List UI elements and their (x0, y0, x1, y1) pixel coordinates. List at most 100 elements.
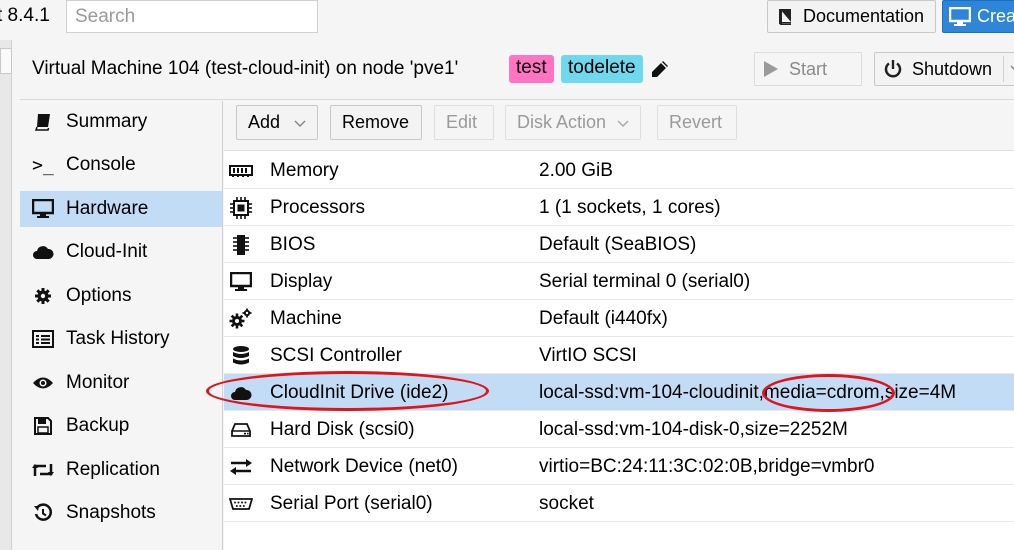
sidebar-item-cloud-init[interactable]: Cloud-Init (20, 234, 222, 270)
row-name: Serial Port (serial0) (270, 493, 433, 514)
start-button[interactable]: Start (754, 52, 862, 86)
hardware-row-serial-port[interactable]: Serial Port (serial0) socket (224, 485, 1014, 522)
tree-collapse-handle[interactable] (0, 48, 12, 74)
sidebar-item-task-history[interactable]: Task History (20, 321, 222, 357)
microchip-icon (228, 234, 254, 256)
sidebar-item-label: Hardware (66, 198, 149, 219)
hardware-row-cloudinit-drive[interactable]: CloudInit Drive (ide2) local-ssd:vm-104-… (224, 374, 1014, 411)
desktop-icon (228, 271, 254, 293)
history-icon (20, 503, 66, 523)
row-value: 1 (1 sockets, 1 cores) (539, 197, 721, 218)
row-name: Machine (270, 308, 342, 329)
row-name: Hard Disk (scsi0) (270, 419, 415, 440)
sidebar-item-options[interactable]: Options (20, 278, 222, 314)
serial-port-icon (228, 493, 254, 515)
sidebar-item-label: Console (66, 154, 136, 175)
eye-icon (20, 376, 66, 390)
chevron-down-icon[interactable] (1009, 61, 1014, 75)
power-icon (884, 60, 902, 78)
tag-todelete[interactable]: todelete (561, 55, 643, 83)
row-name: Memory (270, 160, 339, 181)
row-name: BIOS (270, 234, 316, 255)
chevron-down-icon (294, 120, 306, 128)
edit-label: Edit (446, 112, 478, 132)
disk-action-button[interactable]: Disk Action (505, 105, 641, 140)
exchange-icon (228, 456, 254, 478)
row-value: Serial terminal 0 (serial0) (539, 271, 751, 292)
sidebar-item-label: Cloud-Init (66, 241, 148, 262)
sidebar-item-label: Options (66, 285, 132, 306)
create-label: Crea (977, 6, 1014, 26)
documentation-label: Documentation (803, 6, 925, 26)
sidebar-item-label: Replication (66, 459, 160, 480)
search-input[interactable] (66, 0, 318, 33)
hdd-icon (228, 419, 254, 441)
sidebar-item-console[interactable]: >_ Console (20, 147, 222, 183)
gear-icon (20, 287, 66, 305)
sidebar-item-backup[interactable]: Backup (20, 408, 222, 444)
sidebar-item-snapshots[interactable]: Snapshots (20, 495, 222, 531)
cpu-icon (228, 197, 254, 219)
shutdown-button[interactable]: Shutdown (874, 52, 1014, 86)
desktop-icon (20, 199, 66, 219)
edit-button[interactable]: Edit (434, 105, 494, 140)
row-name: SCSI Controller (270, 345, 402, 366)
documentation-button[interactable]: Documentation (767, 0, 936, 33)
row-value: Default (SeaBIOS) (539, 234, 697, 255)
row-name: Network Device (net0) (270, 456, 458, 477)
app-version: t 8.4.1 (0, 5, 50, 26)
sidebar-item-label: Monitor (66, 372, 130, 393)
add-label: Add (248, 112, 281, 132)
sidebar-item-label: Snapshots (66, 502, 156, 523)
sidebar-item-monitor[interactable]: Monitor (20, 365, 222, 401)
hardware-row-bios[interactable]: BIOS Default (SeaBIOS) (224, 226, 1014, 263)
cogs-icon (228, 308, 254, 330)
hardware-row-display[interactable]: Display Serial terminal 0 (serial0) (224, 263, 1014, 300)
row-name: Display (270, 271, 333, 292)
hardware-row-processors[interactable]: Processors 1 (1 sockets, 1 cores) (224, 189, 1014, 226)
vm-header: Virtual Machine 104 (test-cloud-init) on… (20, 40, 1014, 100)
database-icon (228, 345, 254, 367)
book-icon (20, 112, 66, 132)
hardware-row-hard-disk[interactable]: Hard Disk (scsi0) local-ssd:vm-104-disk-… (224, 411, 1014, 448)
row-value: 2.00 GiB (539, 160, 613, 181)
row-value: local-ssd:vm-104-disk-0,size=2252M (539, 419, 848, 440)
row-value: VirtIO SCSI (539, 345, 637, 366)
remove-label: Remove (342, 112, 410, 132)
sidebar-item-label: Task History (66, 328, 170, 349)
row-name: Processors (270, 197, 366, 218)
page-title: Virtual Machine 104 (test-cloud-init) on… (32, 58, 459, 79)
book-icon (779, 8, 791, 25)
hardware-row-network-device[interactable]: Network Device (net0) virtio=BC:24:11:3C… (224, 448, 1014, 485)
hardware-row-memory[interactable]: Memory 2.00 GiB (224, 152, 1014, 189)
cloud-icon (20, 244, 66, 260)
play-icon (764, 61, 778, 77)
shutdown-label: Shutdown (912, 58, 993, 79)
add-button[interactable]: Add (236, 105, 318, 140)
row-value: Default (i440fx) (539, 308, 668, 329)
sidebar-item-replication[interactable]: Replication (20, 452, 222, 488)
hardware-row-machine[interactable]: Machine Default (i440fx) (224, 300, 1014, 337)
cloud-icon (228, 382, 254, 404)
retweet-icon (20, 462, 66, 478)
sidebar-item-label: Backup (66, 415, 130, 436)
sidebar-item-hardware[interactable]: Hardware (20, 191, 222, 227)
hardware-row-scsi-controller[interactable]: SCSI Controller VirtIO SCSI (224, 337, 1014, 374)
row-value: socket (539, 493, 594, 514)
revert-button[interactable]: Revert (657, 105, 737, 140)
memory-icon (228, 160, 254, 182)
hardware-toolbar: Add Remove Edit Disk Action Revert (224, 101, 1014, 151)
tag-test[interactable]: test (509, 55, 554, 83)
sidebar-item-label: Summary (66, 111, 148, 132)
row-value: local-ssd:vm-104-cloudinit,media=cdrom,s… (539, 382, 957, 403)
sidebar-item-summary[interactable]: Summary (20, 104, 222, 140)
pencil-icon[interactable] (650, 59, 670, 79)
disk-action-label: Disk Action (517, 112, 607, 132)
row-value: virtio=BC:24:11:3C:02:0B,bridge=vmbr0 (539, 456, 875, 477)
row-name: CloudInit Drive (ide2) (270, 382, 449, 403)
resource-tree-edge (0, 40, 12, 550)
create-vm-button[interactable]: Crea (942, 0, 1014, 33)
chevron-down-icon (617, 120, 629, 128)
remove-button[interactable]: Remove (330, 105, 422, 140)
hardware-panel: Add Remove Edit Disk Action Revert Memor… (224, 101, 1014, 550)
